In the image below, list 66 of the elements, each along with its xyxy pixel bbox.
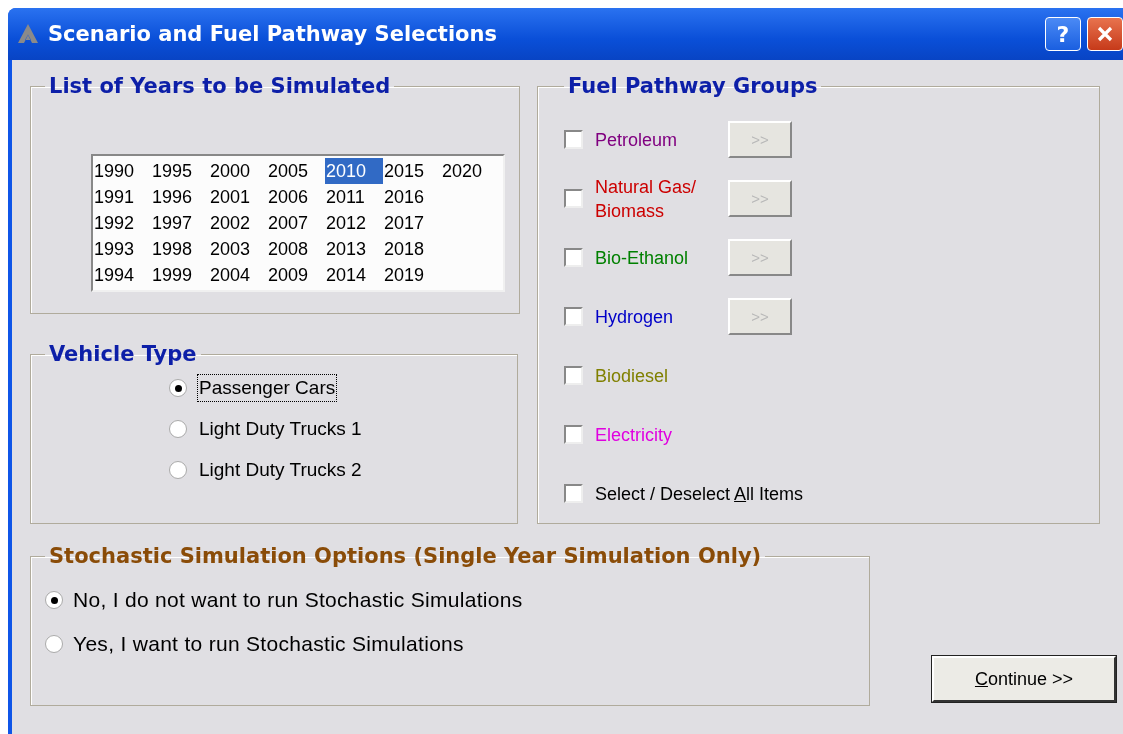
checkbox[interactable]: [564, 484, 583, 503]
year-list[interactable]: 1990 1991 1992 1993 1994 1995 1996 1997 1998 1999 2000 2001 2002 2003 2004 2005 2006 2007 2008 2009 2010 2011 2012 2013 2014 2015 2016 2017 2018 2019 2020: [91, 154, 505, 292]
year-item[interactable]: 2000: [209, 158, 267, 184]
group-title: Vehicle Type: [48, 342, 198, 366]
year-item[interactable]: 1990: [93, 158, 151, 184]
triangle-logo-icon: [16, 22, 40, 46]
year-item[interactable]: 2001: [209, 184, 267, 210]
radio-button[interactable]: [45, 635, 63, 653]
fuel-label: Hydrogen: [595, 305, 675, 329]
year-item[interactable]: 2014: [325, 262, 383, 288]
year-item[interactable]: 1996: [151, 184, 209, 210]
radio-label: Yes, I want to run Stochastic Simulations: [73, 632, 464, 656]
year-item[interactable]: 1999: [151, 262, 209, 288]
year-item[interactable]: 2020: [441, 158, 499, 184]
year-item[interactable]: 2005: [267, 158, 325, 184]
year-item[interactable]: 1997: [151, 210, 209, 236]
year-item[interactable]: 2011: [325, 184, 383, 210]
radio-label: Light Duty Trucks 1: [198, 417, 363, 441]
radio-button[interactable]: [169, 461, 187, 479]
year-item[interactable]: 2018: [383, 236, 441, 262]
checkbox[interactable]: [564, 366, 583, 385]
year-item[interactable]: 2002: [209, 210, 267, 236]
fuel-label: Bio-Ethanol: [595, 246, 690, 270]
year-item[interactable]: 2006: [267, 184, 325, 210]
year-item[interactable]: 1995: [151, 158, 209, 184]
radio-label: Light Duty Trucks 2: [198, 458, 363, 482]
help-button[interactable]: ?: [1045, 17, 1081, 51]
group-title: List of Years to be Simulated: [48, 74, 392, 98]
year-item[interactable]: 2003: [209, 236, 267, 262]
fuel-label: Electricity: [595, 423, 673, 447]
close-button[interactable]: [1087, 17, 1123, 51]
checkbox[interactable]: [564, 425, 583, 444]
fuel-label: Biodiesel: [595, 364, 670, 388]
fuel-label: Natural Gas/ Biomass: [595, 175, 698, 223]
year-item[interactable]: 2019: [383, 262, 441, 288]
fuel-label: Select / Deselect All Items: [595, 482, 804, 506]
year-item[interactable]: 2010: [325, 158, 383, 184]
year-item[interactable]: 1992: [93, 210, 151, 236]
year-item[interactable]: 1994: [93, 262, 151, 288]
window-title: Scenario and Fuel Pathway Selections: [48, 22, 498, 46]
radio-button[interactable]: [169, 420, 187, 438]
radio-label: No, I do not want to run Stochastic Simulations: [73, 588, 523, 612]
radio-button[interactable]: [169, 379, 187, 397]
checkbox[interactable]: [564, 307, 583, 326]
checkbox[interactable]: [564, 248, 583, 267]
year-item[interactable]: 2016: [383, 184, 441, 210]
year-item[interactable]: 2017: [383, 210, 441, 236]
radio-label: Passenger Cars: [197, 374, 338, 402]
group-title: Stochastic Simulation Options (Single Year Simulation Only): [48, 544, 763, 568]
year-item[interactable]: 2007: [267, 210, 325, 236]
year-item[interactable]: 2004: [209, 262, 267, 288]
year-item[interactable]: 1998: [151, 236, 209, 262]
continue-button[interactable]: Continue >>: [932, 656, 1116, 702]
radio-button[interactable]: [45, 591, 63, 609]
group-title: Fuel Pathway Groups: [567, 74, 819, 98]
year-item[interactable]: 2012: [325, 210, 383, 236]
year-item[interactable]: 1991: [93, 184, 151, 210]
fuel-label: Petroleum: [595, 128, 679, 152]
checkbox[interactable]: [564, 189, 583, 208]
close-icon: [1095, 24, 1115, 44]
year-item[interactable]: 2008: [267, 236, 325, 262]
checkbox[interactable]: [564, 130, 583, 149]
year-item[interactable]: 2013: [325, 236, 383, 262]
year-item[interactable]: 1993: [93, 236, 151, 262]
year-item[interactable]: 2015: [383, 158, 441, 184]
year-item[interactable]: 2009: [267, 262, 325, 288]
